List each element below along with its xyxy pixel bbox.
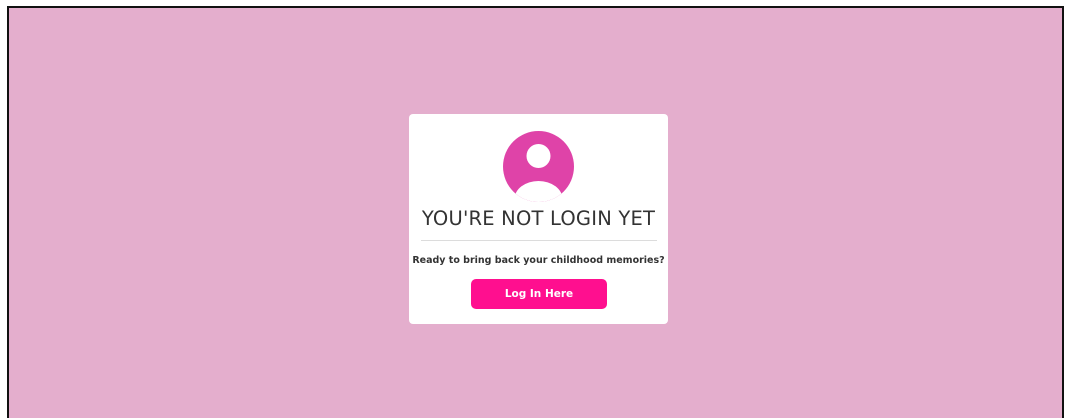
page-background: YOU'RE NOT LOGIN YET Ready to bring back… (7, 6, 1064, 418)
not-logged-in-title: YOU'RE NOT LOGIN YET (421, 207, 656, 230)
login-prompt-card: YOU'RE NOT LOGIN YET Ready to bring back… (409, 114, 668, 324)
prompt-subtitle: Ready to bring back your childhood memor… (412, 255, 665, 266)
divider (421, 240, 657, 241)
log-in-button[interactable]: Log In Here (471, 279, 607, 309)
user-avatar-icon (503, 131, 574, 202)
